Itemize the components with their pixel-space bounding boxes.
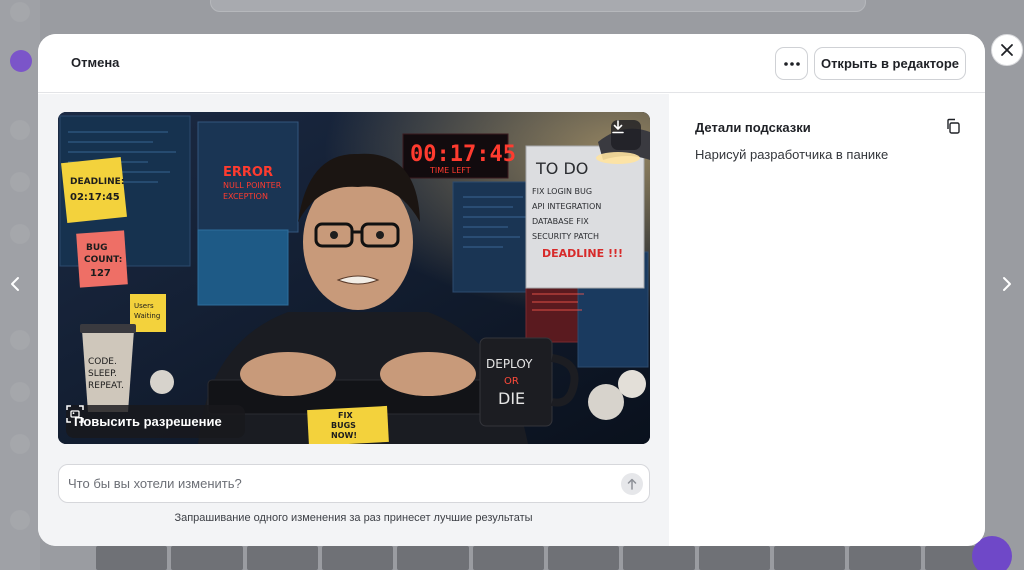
image-preview-modal: Отмена Открыть в редакторе ERROR NULL PO…	[38, 34, 985, 546]
background-nav-icon	[10, 382, 30, 402]
note-users-line-2: Waiting	[134, 312, 160, 320]
more-options-button[interactable]	[775, 47, 808, 80]
todo-item: API INTEGRATION	[532, 202, 601, 211]
edit-prompt-box	[58, 464, 650, 503]
edit-prompt-input[interactable]	[68, 465, 608, 502]
upscale-button[interactable]: Повысить разрешение	[66, 405, 245, 438]
next-image-button[interactable]	[997, 272, 1017, 296]
modal-header: Отмена Открыть в редакторе	[38, 34, 985, 93]
prompt-text: Нарисуй разработчика в панике	[695, 147, 889, 162]
prompt-details-title: Детали подсказки	[695, 120, 811, 135]
todo-item: SECURITY PATCH	[532, 232, 599, 241]
background-nav-icon	[10, 172, 30, 192]
more-horizontal-icon	[783, 61, 800, 66]
background-avatar	[10, 50, 32, 72]
upscale-icon	[66, 405, 84, 423]
note-deadline-line-1: DEADLINE:	[70, 177, 124, 187]
previous-image-button[interactable]	[5, 272, 25, 296]
send-button[interactable]	[621, 473, 643, 495]
background-nav-icon	[10, 330, 30, 350]
cup-line-2: SLEEP.	[88, 369, 117, 379]
todo-item: DATABASE FIX	[532, 217, 589, 226]
background-nav-icon	[10, 224, 30, 244]
note-users-line-1: Users	[134, 302, 154, 310]
generated-image: ERROR NULL POINTER EXCEPTION 00:17:45 TI…	[58, 112, 650, 444]
cup-line-3: REPEAT.	[88, 381, 124, 391]
error-line-2: EXCEPTION	[223, 192, 268, 201]
note-deadline-line-2: 02:17:45	[70, 192, 120, 203]
prompt-details-panel: Детали подсказки Нарисуй разработчика в …	[669, 94, 985, 546]
close-button[interactable]	[991, 34, 1023, 66]
note-fix-line-3: NOW!	[331, 431, 357, 440]
preview-pane: ERROR NULL POINTER EXCEPTION 00:17:45 TI…	[38, 94, 669, 546]
note-bug-line-2: COUNT:	[84, 255, 122, 265]
note-bug-line-1: BUG	[86, 243, 108, 253]
timer-text: 00:17:45	[410, 142, 516, 167]
download-button[interactable]	[611, 120, 641, 150]
mug-line-3: DIE	[498, 389, 525, 408]
background-nav-icon	[10, 434, 30, 454]
chevron-right-icon	[1003, 277, 1011, 291]
note-fix-line-1: FIX	[338, 411, 353, 420]
background-nav-icon	[10, 120, 30, 140]
background-home-icon	[10, 2, 30, 22]
mug-line-1: DEPLOY	[486, 357, 533, 371]
download-icon	[612, 120, 624, 134]
background-thumbnails	[96, 546, 996, 570]
error-title: ERROR	[223, 165, 273, 180]
copy-prompt-button[interactable]	[942, 115, 964, 137]
arrow-up-icon	[627, 478, 637, 490]
cancel-button[interactable]: Отмена	[71, 55, 119, 70]
copy-icon	[947, 118, 960, 134]
background-nav-icon	[10, 510, 30, 530]
todo-title: TO DO	[535, 159, 588, 178]
todo-deadline: DEADLINE !!!	[542, 247, 623, 260]
generated-image-illustration: ERROR NULL POINTER EXCEPTION 00:17:45 TI…	[58, 112, 650, 444]
open-in-editor-button[interactable]: Открыть в редакторе	[814, 47, 966, 80]
background-search-bar	[210, 0, 866, 12]
note-fix-line-2: BUGS	[331, 421, 356, 430]
todo-item: FIX LOGIN BUG	[532, 187, 592, 196]
note-bug-line-3: 127	[90, 268, 111, 279]
upscale-label: Повысить разрешение	[74, 414, 222, 429]
cup-line-1: CODE.	[88, 357, 117, 367]
close-icon	[1001, 44, 1013, 56]
error-line-1: NULL POINTER	[223, 181, 282, 190]
mug-line-2: OR	[504, 376, 519, 387]
timer-caption: TIME LEFT	[429, 166, 471, 175]
composer-hint: Запрашивание одного изменения за раз при…	[174, 512, 533, 524]
chevron-left-icon	[11, 277, 19, 291]
